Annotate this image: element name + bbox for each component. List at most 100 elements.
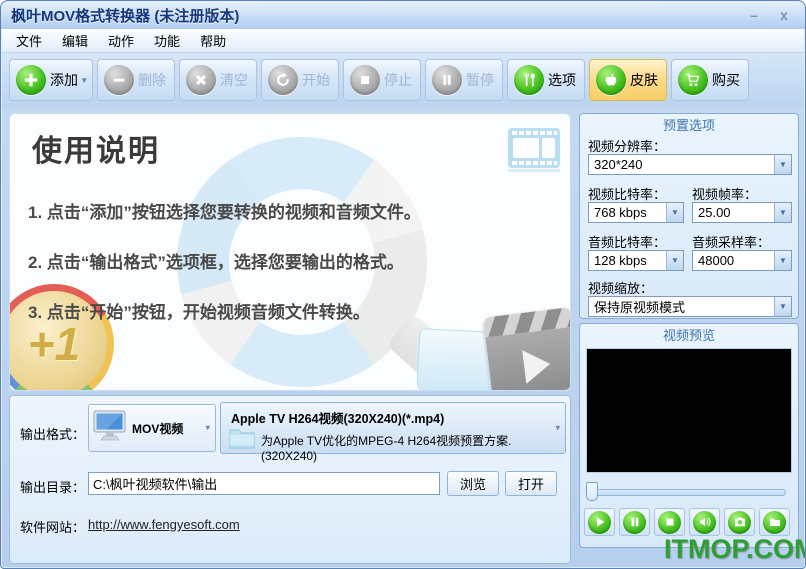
output-format-label: 输出格式： (20, 427, 86, 442)
options-button[interactable]: 选项 (507, 59, 585, 101)
delete-label: 删除 (138, 72, 166, 88)
chevron-down-icon: ▼ (666, 203, 683, 222)
playback-controls (584, 508, 790, 536)
delete-button[interactable]: 删除 (97, 59, 175, 101)
skin-label: 皮肤 (630, 72, 658, 88)
preset-options-header: 预置选项 (662, 118, 715, 133)
options-label: 选项 (548, 72, 576, 88)
stop-label: 停止 (384, 72, 412, 88)
audio-bitrate-value: 128 kbps (594, 253, 647, 268)
chevron-down-icon: ▾ (82, 74, 87, 85)
skin-button[interactable]: 皮肤 (589, 59, 667, 101)
video-preview-screen (586, 348, 792, 473)
buy-cart-icon (678, 65, 708, 95)
pause-icon (623, 510, 646, 534)
instruction-step-3: 3. 点击“开始”按钮，开始视频音频文件转换。 (28, 303, 370, 322)
start-button[interactable]: 开始 (261, 59, 339, 101)
preset-options-group: 预置选项 视频分辨率： 320*240 ▼ 视频比特率： 视频帧率： 768 k… (579, 113, 799, 319)
play-triangle-icon (522, 346, 553, 384)
output-format-dropdown[interactable]: MOV视频 ▾ (88, 404, 216, 452)
website-label: 软件网站： (20, 520, 86, 535)
clear-label: 清空 (220, 72, 248, 88)
folder-icon (763, 510, 786, 534)
volume-icon (693, 510, 716, 534)
delete-icon (104, 65, 134, 95)
open-button[interactable]: 打开 (505, 471, 557, 496)
video-preview-header: 视频预览 (662, 328, 715, 343)
preview-play-button[interactable] (584, 508, 615, 536)
start-label: 开始 (302, 72, 330, 88)
add-label: 添加 (50, 72, 78, 88)
video-bitrate-dropdown[interactable]: 768 kbps ▼ (588, 202, 684, 223)
chevron-down-icon: ▼ (774, 297, 791, 316)
resolution-dropdown[interactable]: 320*240 ▼ (588, 154, 792, 175)
clear-button[interactable]: 清空 (179, 59, 257, 101)
output-dir-label: 输出目录： (20, 480, 86, 495)
resolution-value: 320*240 (594, 157, 643, 172)
skin-apple-icon (596, 65, 626, 95)
add-button[interactable]: 添加 ▾ (9, 59, 93, 101)
chevron-down-icon: ▼ (774, 203, 791, 222)
preview-snapshot-button[interactable] (724, 508, 755, 536)
close-button[interactable]: x (773, 7, 795, 23)
window-title: 枫叶MOV格式转换器 (未注册版本) (11, 7, 240, 25)
toolbar: 添加 ▾ 删除 清空 开始 停止 暂停 选项 皮肤 购买 (2, 53, 804, 107)
video-scale-label: 视频缩放： (588, 281, 654, 296)
options-icon (514, 65, 544, 95)
frame-rate-value: 25.00 (698, 205, 731, 220)
clear-icon (186, 65, 216, 95)
sample-rate-value: 48000 (698, 253, 735, 268)
seek-slider-handle[interactable] (586, 482, 598, 501)
preset-folder-icon (229, 426, 255, 455)
preview-stop-button[interactable] (654, 508, 685, 536)
resolution-label: 视频分辨率： (588, 139, 667, 154)
menu-action[interactable]: 动作 (100, 29, 142, 52)
clapperboard-graphic (416, 300, 570, 390)
chevron-down-icon: ▼ (774, 251, 791, 270)
audio-bitrate-label: 音频比特率： (588, 235, 667, 250)
stop-icon (658, 510, 681, 534)
instructions-panel: 使用说明 1. 点击“添加”按钮选择您要转换的视频和音频文件。 2. 点击“输出… (9, 113, 571, 391)
app-window: 枫叶MOV格式转换器 (未注册版本) – x 文件 编辑 动作 功能 帮助 添加… (0, 0, 806, 569)
output-preset-dropdown[interactable]: Apple TV H264视频(320X240)(*.mp4) 为Apple T… (220, 402, 566, 463)
video-bitrate-value: 768 kbps (594, 205, 647, 220)
sample-rate-label: 音频采样率： (692, 235, 771, 250)
buy-button[interactable]: 购买 (671, 59, 749, 101)
menu-edit[interactable]: 编辑 (54, 29, 96, 52)
menu-help[interactable]: 帮助 (192, 29, 234, 52)
output-dir-input[interactable] (88, 472, 440, 495)
instruction-step-1: 1. 点击“添加”按钮选择您要转换的视频和音频文件。 (28, 203, 421, 222)
play-icon (588, 510, 611, 534)
pause-button[interactable]: 暂停 (425, 59, 503, 101)
title-bar: 枫叶MOV格式转换器 (未注册版本) – x (1, 1, 805, 29)
monitor-icon (93, 410, 127, 447)
start-icon (268, 65, 298, 95)
video-bitrate-label: 视频比特率： (588, 187, 667, 202)
chevron-down-icon: ▾ (555, 422, 560, 433)
preset-title: Apple TV H264视频(320X240)(*.mp4) (231, 412, 445, 426)
chevron-down-icon: ▾ (205, 422, 210, 433)
frame-rate-dropdown[interactable]: 25.00 ▼ (692, 202, 792, 223)
menu-function[interactable]: 功能 (146, 29, 188, 52)
chevron-down-icon: ▼ (774, 155, 791, 174)
minimize-button[interactable]: – (743, 7, 765, 23)
preview-volume-button[interactable] (689, 508, 720, 536)
seek-slider-track[interactable] (588, 489, 786, 496)
buy-label: 购买 (712, 72, 740, 88)
preview-pause-button[interactable] (619, 508, 650, 536)
browse-button[interactable]: 浏览 (447, 471, 499, 496)
website-link[interactable]: http://www.fengyesoft.com (88, 517, 240, 532)
chevron-down-icon: ▼ (666, 251, 683, 270)
sample-rate-dropdown[interactable]: 48000 ▼ (692, 250, 792, 271)
stop-button[interactable]: 停止 (343, 59, 421, 101)
instruction-step-2: 2. 点击“输出格式”选项框，选择您要输出的格式。 (28, 253, 404, 272)
clapperboard-icon (482, 306, 570, 390)
menu-file[interactable]: 文件 (8, 29, 50, 52)
output-settings-panel: 输出格式： MOV视频 ▾ Apple TV H264视频(320X240)(*… (9, 395, 571, 564)
pause-icon (432, 65, 462, 95)
preview-folder-button[interactable] (759, 508, 790, 536)
add-icon (16, 65, 46, 95)
audio-bitrate-dropdown[interactable]: 128 kbps ▼ (588, 250, 684, 271)
video-scale-dropdown[interactable]: 保持原视频模式 ▼ (588, 296, 792, 317)
preset-description: 为Apple TV优化的MPEG-4 H264视频预置方案.(320X240) (261, 434, 512, 463)
